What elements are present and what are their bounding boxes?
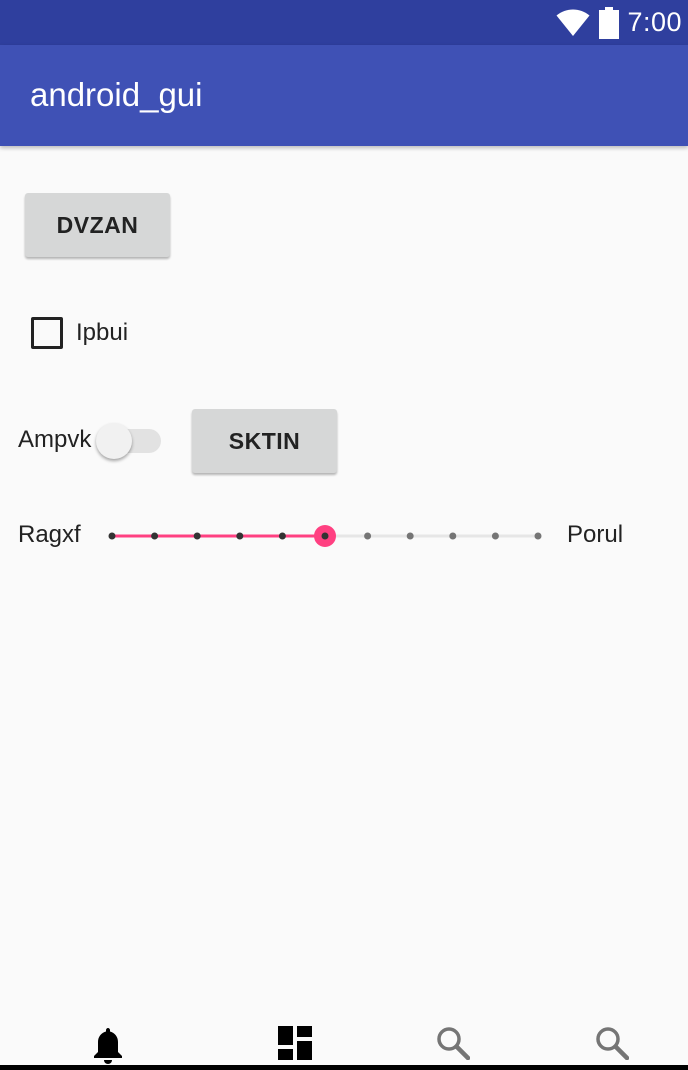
status-bar: 7:00: [0, 0, 688, 45]
seekbar-tick: [108, 532, 116, 540]
nav-item-search-2[interactable]: [562, 1018, 662, 1066]
seekbar-tick: [534, 532, 542, 540]
seekbar-tick: [364, 532, 372, 540]
sktin-button[interactable]: SKTIN: [192, 409, 337, 473]
seekbar-tick: [193, 532, 201, 540]
switch-label: Ampvk: [18, 426, 92, 453]
seekbar-min-label: Ragxf: [18, 521, 81, 548]
ipbui-checkbox[interactable]: Ipbui: [31, 315, 128, 351]
app-title: android_gui: [30, 76, 203, 113]
nav-bottom-edge: [0, 1065, 688, 1070]
seekbar-tick: [278, 532, 286, 540]
nav-item-notifications[interactable]: [58, 1018, 158, 1066]
seekbar-thumb-tick: [321, 532, 329, 540]
dashboard-icon: [278, 1026, 312, 1060]
nav-item-search-1[interactable]: [403, 1018, 503, 1066]
seekbar[interactable]: [100, 516, 560, 556]
nav-item-dashboard[interactable]: [245, 1018, 345, 1066]
search-icon: [596, 1027, 629, 1060]
seekbar-tick: [491, 532, 499, 540]
seekbar-tick: [449, 532, 457, 540]
status-icons: 7:00: [556, 0, 682, 45]
bell-icon: [94, 1028, 122, 1064]
status-time: 7:00: [627, 7, 682, 37]
seekbar-tick: [151, 532, 159, 540]
checkbox-box[interactable]: [31, 317, 63, 349]
seekbar-tick: [236, 532, 244, 540]
seekbar-max-label: Porul: [567, 521, 624, 548]
search-icon: [437, 1027, 470, 1060]
switch-thumb[interactable]: [96, 423, 132, 459]
checkbox-label: Ipbui: [76, 319, 129, 346]
app-bar: android_gui: [0, 45, 688, 146]
seekbar-tick: [406, 532, 414, 540]
battery-icon: [599, 6, 620, 39]
wifi-icon: [556, 9, 590, 36]
dvzan-button[interactable]: DVZAN: [25, 193, 170, 257]
bottom-nav: [0, 1018, 688, 1070]
